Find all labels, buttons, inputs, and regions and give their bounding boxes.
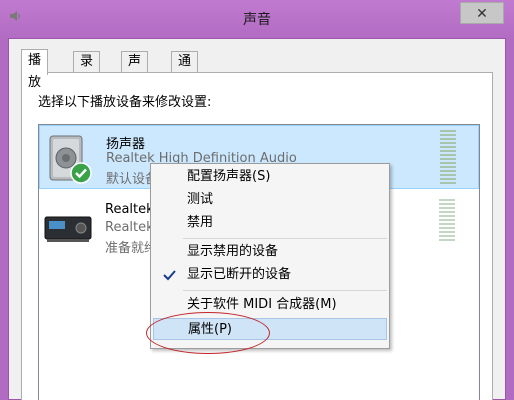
playback-instruction: 选择以下播放设备来修改设置: <box>38 95 212 110</box>
device-description: Realtek <box>105 220 154 235</box>
menu-item-show-disconnected[interactable]: 显示已断开的设备 <box>153 264 387 286</box>
tab-playback[interactable]: 播放 <box>21 49 49 90</box>
tab-recording[interactable]: 录制 <box>73 51 101 89</box>
tab-sounds[interactable]: 声音 <box>121 51 149 89</box>
close-button[interactable]: ✕ <box>460 2 504 24</box>
menu-item-test[interactable]: 测试 <box>153 189 387 211</box>
checkmark-icon <box>163 270 176 281</box>
red-annotation-ellipse <box>146 312 270 354</box>
menu-item-label: 显示已断开的设备 <box>187 267 292 282</box>
device-name: Realtek <box>105 202 154 217</box>
window-title: 声音 <box>243 12 271 28</box>
volume-level-meter <box>440 130 456 186</box>
digital-output-icon <box>44 216 92 242</box>
volume-level-meter <box>439 199 455 255</box>
menu-separator <box>183 290 387 291</box>
device-name: 扬声器 <box>106 137 146 152</box>
title-bar[interactable]: 声音 ✕ <box>0 0 514 38</box>
menu-separator <box>183 238 387 239</box>
menu-item-show-disabled[interactable]: 显示禁用的设备 <box>153 241 387 263</box>
menu-item-disable[interactable]: 禁用 <box>153 212 387 234</box>
tab-communications[interactable]: 通信 <box>171 51 199 89</box>
menu-item-configure-speakers[interactable]: 配置扬声器(S) <box>153 166 387 188</box>
default-check-icon <box>70 162 92 184</box>
